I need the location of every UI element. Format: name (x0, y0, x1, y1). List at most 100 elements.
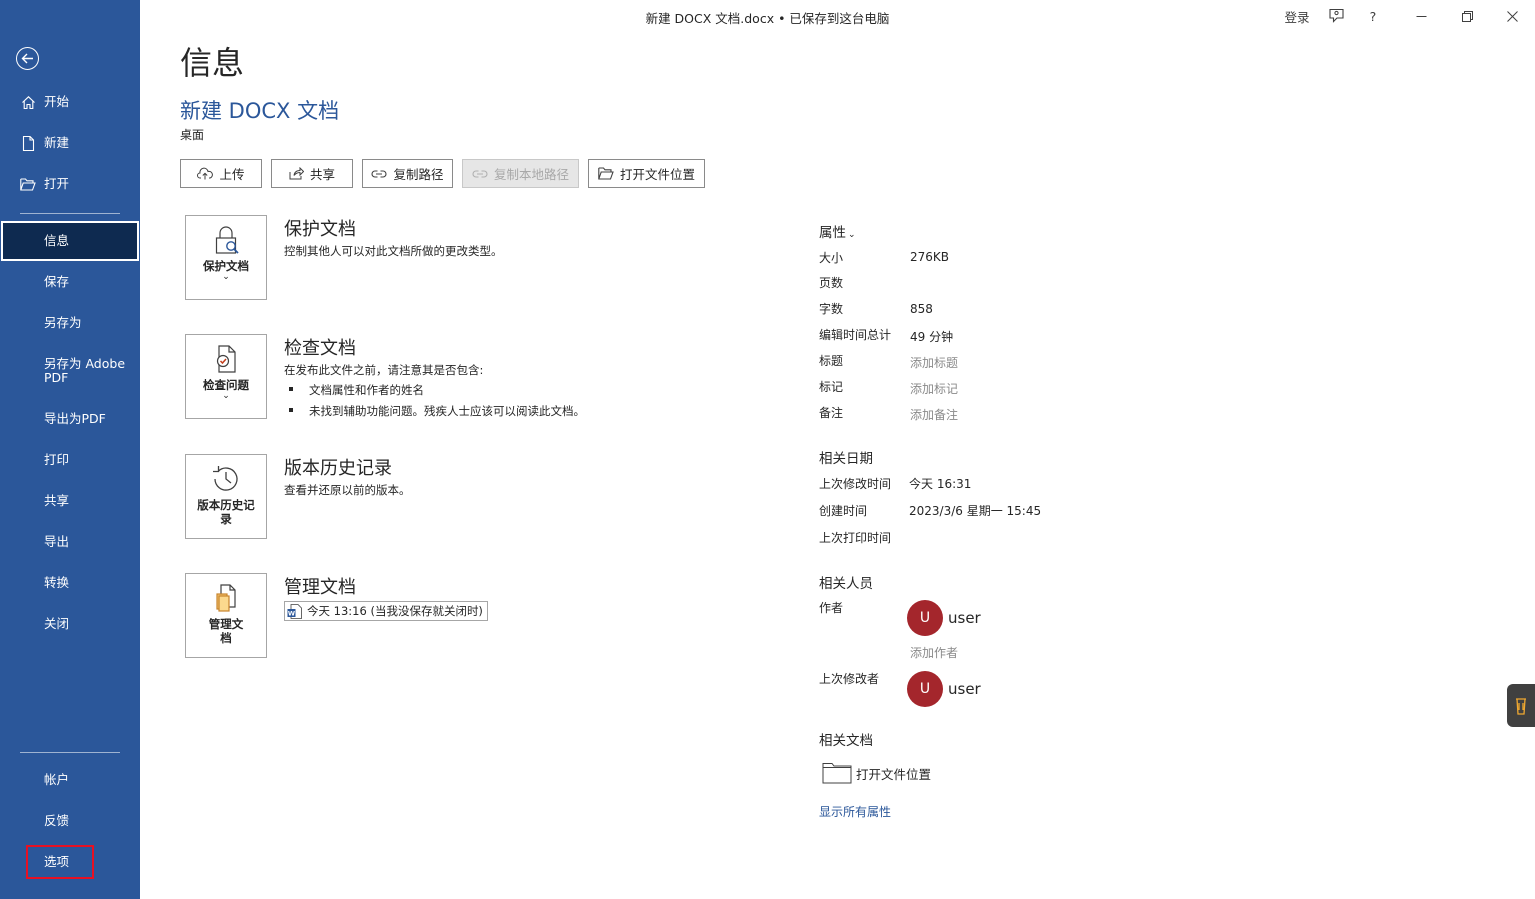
back-arrow-icon[interactable] (16, 47, 39, 70)
check-issues-label: 检查问题 (203, 378, 249, 392)
feedback-person-icon[interactable] (1320, 0, 1352, 32)
version-history-button[interactable]: 版本历史记录 (185, 454, 267, 539)
sidebar-item-label: 另存为 (44, 315, 82, 330)
prop-label-pages: 页数 (819, 276, 844, 290)
sidebar-item-share[interactable]: 共享 (0, 483, 140, 519)
share-icon (289, 167, 304, 180)
sidebar-item-save-as[interactable]: 另存为 (0, 305, 140, 341)
copy-path-button[interactable]: 复制路径 (362, 159, 453, 188)
prop-value-edit-time: 49 分钟 (910, 330, 954, 344)
avatar[interactable]: U (907, 600, 943, 636)
properties-heading: 属性 (819, 225, 846, 241)
sidebar-item-label: 打印 (44, 452, 70, 467)
home-icon (20, 94, 36, 110)
autosave-version-label: 今天 13:16 (当我没保存就关闭时) (307, 604, 483, 618)
inspect-bullet: 未找到辅助功能问题。残疾人士应该可以阅读此文档。 (289, 403, 585, 419)
sidebar-item-close[interactable]: 关闭 (0, 606, 140, 642)
last-modified-by-name[interactable]: user (948, 680, 981, 698)
sidebar-item-new[interactable]: 新建 (0, 125, 140, 161)
page-title: 信息 (180, 44, 245, 82)
prop-value-size: 276KB (910, 250, 950, 264)
autosave-version-entry[interactable]: W 今天 13:16 (当我没保存就关闭时) (284, 601, 488, 621)
inspect-bullet-text: 未找到辅助功能问题。残疾人士应该可以阅读此文档。 (309, 404, 585, 418)
upload-label: 上传 (219, 167, 245, 182)
manage-document-icon (216, 584, 236, 612)
comments-field[interactable]: 添加备注 (910, 406, 958, 423)
sidebar-item-label: 开始 (44, 94, 70, 109)
upload-button[interactable]: 上传 (180, 159, 262, 188)
add-author-field[interactable]: 添加作者 (910, 644, 958, 661)
prop-label-tags: 标记 (819, 380, 844, 394)
copy-local-path-button[interactable]: 复制本地路径 (462, 159, 579, 188)
protect-document-button[interactable]: 保护文档 ⌄ (185, 215, 267, 300)
related-people-heading: 相关人员 (819, 576, 873, 592)
prop-label-edit-time: 编辑时间总计 (819, 328, 892, 342)
sidebar-item-export-pdf[interactable]: 导出为PDF (0, 401, 140, 437)
sidebar-item-save[interactable]: 保存 (0, 264, 140, 300)
prop-label-comments: 备注 (819, 406, 844, 420)
sidebar-item-label: 帐户 (44, 772, 70, 787)
sidebar-item-label: 转换 (44, 575, 70, 590)
share-button[interactable]: 共享 (271, 159, 353, 188)
author-name[interactable]: user (948, 609, 981, 627)
related-open-location[interactable]: 打开文件位置 (822, 762, 931, 784)
avatar[interactable]: U (907, 671, 943, 707)
manage-document-title: 管理文档 (284, 577, 356, 598)
minimize-icon[interactable] (1398, 0, 1444, 32)
prop-value-words: 858 (910, 302, 933, 316)
sidebar-item-label: 打开 (44, 176, 70, 191)
new-document-icon (20, 135, 36, 151)
link-icon (372, 169, 387, 178)
sidebar-item-feedback[interactable]: 反馈 (0, 803, 140, 839)
sidebar-item-convert[interactable]: 转换 (0, 565, 140, 601)
sidebar-item-label: 另存为 Adobe PDF (44, 356, 126, 385)
lock-search-icon (215, 226, 239, 254)
sidebar-item-open[interactable]: 打开 (0, 166, 140, 202)
sidebar-item-label: 关闭 (44, 616, 70, 631)
prop-label-title: 标题 (819, 354, 844, 368)
signin-button[interactable]: 登录 (1280, 0, 1314, 32)
sidebar-divider (20, 752, 120, 753)
folder-icon (822, 763, 852, 784)
version-history-desc: 查看并还原以前的版本。 (284, 483, 411, 497)
version-history-label: 版本历史记录 (197, 498, 255, 526)
manage-document-button[interactable]: 管理文档 (185, 573, 267, 658)
close-icon[interactable] (1489, 0, 1535, 32)
protect-document-title: 保护文档 (284, 219, 356, 240)
restore-icon[interactable] (1444, 0, 1490, 32)
prop-label-words: 字数 (819, 302, 844, 316)
inspect-bullet: 文档属性和作者的姓名 (289, 382, 424, 398)
help-icon[interactable]: ? (1358, 0, 1388, 32)
inspect-document-title: 检查文档 (284, 338, 356, 359)
check-issues-button[interactable]: 检查问题 ⌄ (185, 334, 267, 419)
sidebar-item-home[interactable]: 开始 (0, 84, 140, 120)
document-location: 桌面 (180, 128, 205, 142)
sidebar-item-label: 共享 (44, 493, 70, 508)
sidebar-item-account[interactable]: 帐户 (0, 762, 140, 798)
open-folder-icon (20, 176, 36, 192)
related-dates-heading: 相关日期 (819, 451, 873, 467)
related-open-location-label: 打开文件位置 (856, 766, 932, 782)
sidebar-item-save-as-adobe-pdf[interactable]: 另存为 Adobe PDF (0, 352, 140, 390)
sidebar-item-label: 保存 (44, 274, 70, 289)
sidebar-item-label: 新建 (44, 135, 70, 150)
link-icon (472, 169, 488, 178)
tags-field[interactable]: 添加标记 (910, 380, 958, 397)
sidebar-item-label: 导出为PDF (44, 411, 106, 426)
sidebar-item-label: 反馈 (44, 813, 70, 828)
backstage-sidebar: 开始 新建 打开 信息 保存 另存为 另存为 Adobe PDF 导出为PDF … (0, 0, 140, 899)
open-file-location-button[interactable]: 打开文件位置 (588, 159, 705, 188)
chevron-down-icon: ⌄ (222, 391, 230, 401)
floating-tool-tab[interactable] (1507, 684, 1535, 727)
show-all-properties-link[interactable]: 显示所有属性 (819, 803, 891, 820)
sidebar-item-export[interactable]: 导出 (0, 524, 140, 560)
properties-dropdown[interactable]: 属性 ⌄ (819, 221, 856, 241)
sidebar-item-info[interactable]: 信息 (1, 221, 139, 261)
cup-icon (1516, 697, 1526, 715)
document-title: 新建 DOCX 文档 (180, 99, 340, 123)
prop-label-last-modified: 上次修改时间 (819, 477, 892, 491)
open-file-location-label: 打开文件位置 (619, 167, 695, 182)
sidebar-item-print[interactable]: 打印 (0, 442, 140, 478)
word-doc-icon: W (287, 603, 302, 619)
title-field[interactable]: 添加标题 (910, 354, 958, 371)
